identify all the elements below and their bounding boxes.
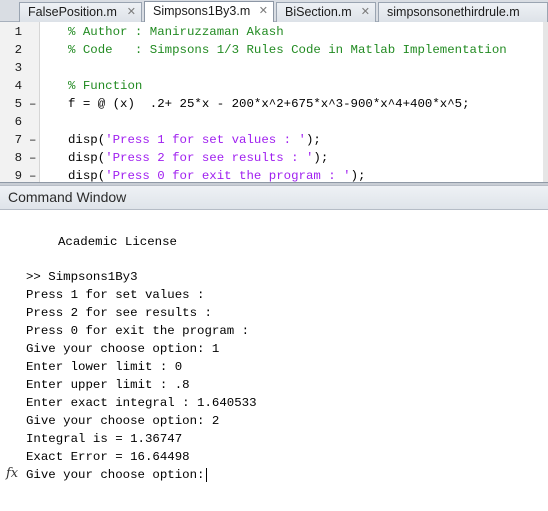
code-line[interactable]: 1 % Author : Maniruzzaman Akash [0, 23, 548, 41]
command-output-line: Enter exact integral : 1.640533 [26, 396, 257, 410]
code-line[interactable]: 2 % Code : Simpsons 1/3 Rules Code in Mat… [0, 41, 548, 59]
tab-falseposition[interactable]: FalsePosition.m ✕ [19, 2, 142, 22]
code-text: disp('Press 1 for set values : '); [68, 131, 321, 149]
code-function-call: disp( [68, 133, 106, 147]
command-output-line: Exact Error = 16.64498 [26, 450, 190, 464]
fx-prompt-icon[interactable]: fx [6, 466, 18, 481]
code-line[interactable]: 6 [0, 113, 548, 131]
command-output-line: Enter lower limit : 0 [26, 360, 183, 374]
code-text: disp('Press 2 for see results : '); [68, 149, 328, 167]
line-number: 7 [14, 133, 22, 147]
code-function-call: disp( [68, 169, 106, 183]
code-punctuation: ); [305, 133, 321, 147]
code-function-call: disp( [68, 151, 106, 165]
tab-label: simpsonsonethirdrule.m [387, 5, 520, 19]
code-text: % Author : Maniruzzaman Akash [68, 25, 284, 39]
code-line[interactable]: 3 [0, 59, 548, 77]
close-icon[interactable]: ✕ [127, 3, 136, 21]
code-string-literal: 'Press 2 for see results : ' [105, 151, 314, 165]
command-output-line: Give your choose option: 2 [26, 414, 220, 428]
code-editor[interactable]: 1 % Author : Maniruzzaman Akash 2 % Code : … [0, 22, 548, 183]
tab-simpsonsonethirdrule[interactable]: simpsonsonethirdrule.m [378, 2, 548, 22]
close-icon[interactable]: ✕ [361, 3, 370, 21]
code-string-literal: 'Press 1 for set values : ' [105, 133, 306, 147]
breakpoint-marker[interactable]: – [29, 95, 36, 113]
breakpoint-marker[interactable]: – [29, 149, 36, 167]
command-window[interactable]: Academic License >> Simpsons1By3 Press 1 … [0, 210, 548, 511]
command-output-line: Press 2 for see results : [26, 306, 212, 320]
editor-scrollbar[interactable] [543, 22, 548, 183]
code-text: % Function [68, 79, 143, 93]
line-number: 2 [14, 43, 22, 57]
tab-label: Simpsons1By3.m [153, 4, 251, 18]
command-output-line: Press 1 for set values : [26, 288, 205, 302]
command-window-header: Command Window [0, 186, 548, 210]
command-prompt-line[interactable]: Give your choose option: [26, 466, 208, 484]
line-number: 9 [14, 169, 22, 183]
code-line[interactable]: 7– disp('Press 1 for set values : '); [0, 131, 548, 149]
breakpoint-marker[interactable]: – [29, 131, 36, 149]
tab-simpsons1by3[interactable]: Simpsons1By3.m ✕ [144, 1, 274, 23]
line-number: 1 [14, 25, 22, 39]
command-window-title: Command Window [8, 189, 127, 205]
command-output-line: Enter upper limit : .8 [26, 378, 190, 392]
command-output-line: Press 0 for exit the program : [26, 324, 250, 338]
line-number: 5 [14, 97, 22, 111]
code-punctuation: ); [313, 151, 329, 165]
line-number: 6 [14, 115, 22, 129]
tab-label: FalsePosition.m [28, 5, 117, 19]
license-text: Academic License [58, 235, 177, 249]
text-cursor [206, 467, 208, 482]
code-text: disp('Press 0 for exit the program : '); [68, 167, 365, 183]
tab-bisection[interactable]: BiSection.m ✕ [276, 2, 376, 22]
editor-tab-bar: FalsePosition.m ✕ Simpsons1By3.m ✕ BiSec… [0, 0, 548, 23]
breakpoint-marker[interactable]: – [29, 167, 36, 183]
close-icon[interactable]: ✕ [259, 2, 268, 20]
code-line[interactable]: 8– disp('Press 2 for see results : '); [0, 149, 548, 167]
code-line[interactable]: 4 % Function [0, 77, 548, 95]
tab-label: BiSection.m [285, 5, 352, 19]
code-punctuation: ); [350, 169, 366, 183]
command-output-line: Give your choose option: 1 [26, 342, 220, 356]
line-number: 4 [14, 79, 22, 93]
command-output-line: >> Simpsons1By3 [26, 270, 138, 284]
code-line[interactable]: 9– disp('Press 0 for exit the program : '… [0, 167, 548, 183]
command-output-line: Integral is = 1.36747 [26, 432, 183, 446]
code-text: % Code : Simpsons 1/3 Rules Code in Matl… [68, 43, 507, 57]
line-number: 8 [14, 151, 22, 165]
code-line[interactable]: 5– f = @ (x) .2+ 25*x - 200*x^2+675*x^3-9… [0, 95, 548, 113]
code-text: f = @ (x) .2+ 25*x - 200*x^2+675*x^3-900… [68, 97, 470, 111]
line-number: 3 [14, 61, 22, 75]
code-string-literal: 'Press 0 for exit the program : ' [105, 169, 351, 183]
